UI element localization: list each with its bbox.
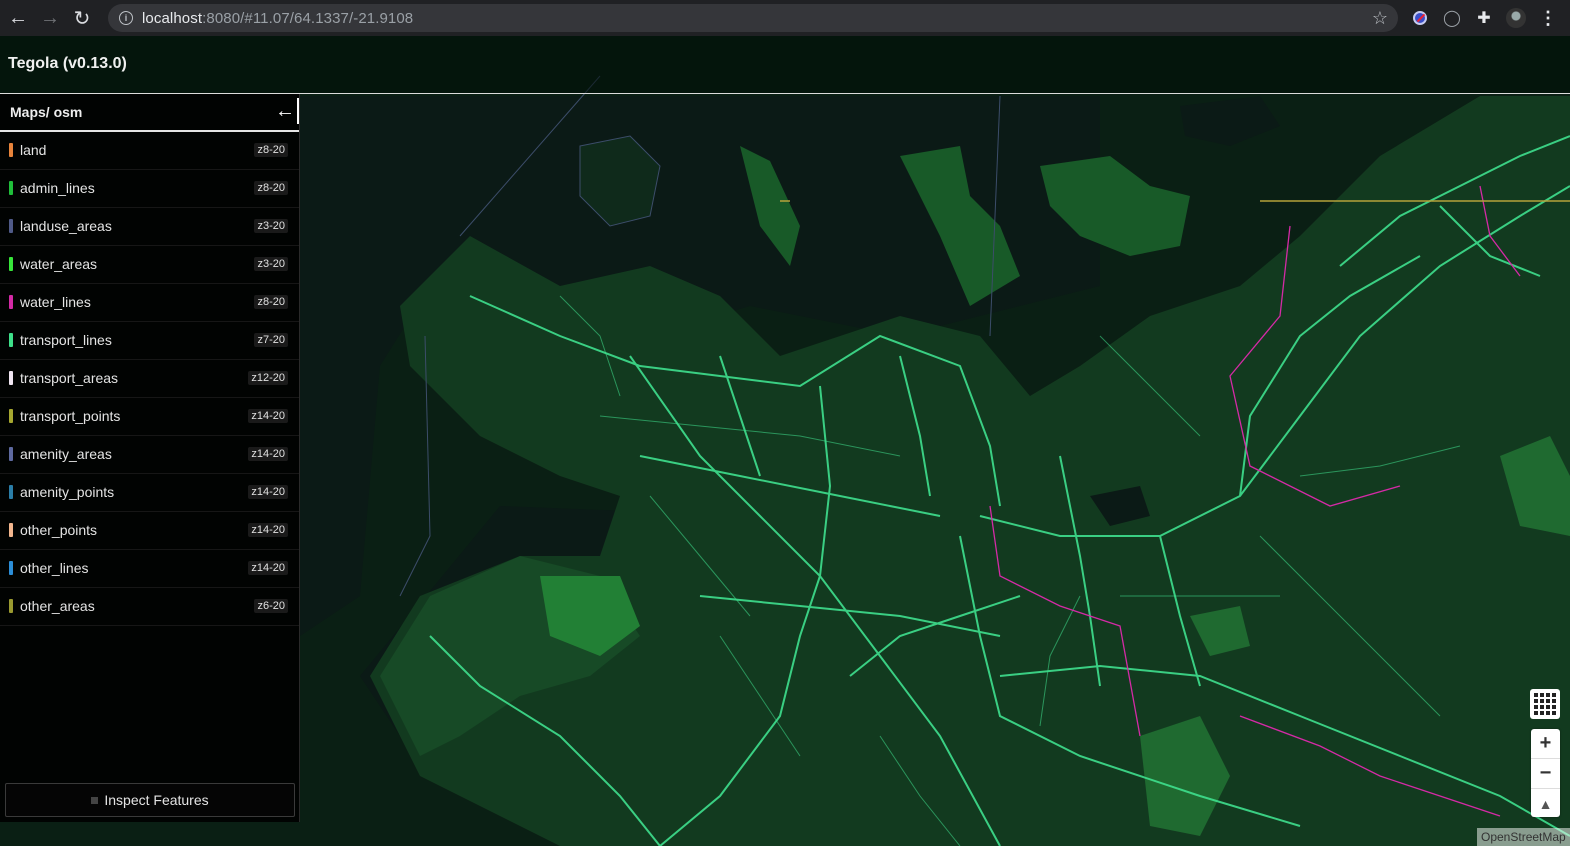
inspect-features-label: Inspect Features [104, 792, 209, 808]
layer-name: land [20, 142, 47, 158]
layer-color-swatch [9, 485, 13, 499]
layer-name: other_points [20, 522, 98, 538]
layer-zoom-range: z12-20 [248, 371, 288, 385]
extensions-puzzle-icon[interactable]: ✚ [1474, 8, 1494, 28]
layer-name: water_areas [20, 256, 98, 272]
layer-item-admin-lines[interactable]: admin_lines z8-20 [0, 170, 299, 208]
layer-name: amenity_points [20, 484, 115, 500]
layer-zoom-range: z6-20 [254, 599, 288, 613]
layer-color-swatch [9, 447, 13, 461]
layer-item-other-areas[interactable]: other_areas z6-20 [0, 588, 299, 626]
layer-name: admin_lines [20, 180, 95, 196]
layer-color-swatch [9, 409, 13, 423]
layer-name: transport_points [20, 408, 121, 424]
layer-name: landuse_areas [20, 218, 112, 234]
layer-zoom-range: z8-20 [254, 143, 288, 157]
layer-list: land z8-20 admin_lines z8-20 landuse_are… [0, 132, 299, 626]
layer-item-transport-lines[interactable]: transport_lines z7-20 [0, 322, 299, 360]
layer-zoom-range: z3-20 [254, 219, 288, 233]
inspect-features-toggle[interactable]: Inspect Features [5, 783, 295, 817]
app-header: Tegola (v0.13.0) [0, 36, 1570, 94]
layer-zoom-range: z8-20 [254, 295, 288, 309]
layer-color-swatch [9, 599, 13, 613]
layer-item-transport-areas[interactable]: transport_areas z12-20 [0, 360, 299, 398]
reload-icon[interactable]: ↻ [68, 4, 96, 32]
layer-item-water-areas[interactable]: water_areas z3-20 [0, 246, 299, 284]
layer-zoom-range: z14-20 [248, 561, 288, 575]
map-name-title: Maps/ osm [10, 104, 83, 120]
layer-item-water-lines[interactable]: water_lines z8-20 [0, 284, 299, 322]
map-attribution[interactable]: OpenStreetMap [1477, 828, 1570, 846]
layer-color-swatch [9, 257, 13, 271]
back-arrow-icon[interactable]: ← [4, 4, 32, 32]
url-text[interactable]: localhost:8080/#11.07/64.1337/-21.9108 [142, 10, 413, 27]
url-host: localhost [142, 9, 203, 27]
tegola-app: Tegola (v0.13.0) Maps/ osm ← land z8-20 … [0, 36, 1570, 846]
layer-zoom-range: z14-20 [248, 485, 288, 499]
layer-name: other_areas [20, 598, 95, 614]
layer-zoom-range: z14-20 [248, 523, 288, 537]
compass-reset-north-icon[interactable]: ▲ [1531, 789, 1560, 818]
layer-zoom-range: z3-20 [254, 257, 288, 271]
layer-item-land[interactable]: land z8-20 [0, 132, 299, 170]
site-info-icon[interactable]: i [119, 11, 133, 25]
forward-arrow-icon[interactable]: → [36, 4, 64, 32]
layer-zoom-range: z14-20 [248, 409, 288, 423]
layer-name: amenity_areas [20, 446, 112, 462]
layer-item-amenity-points[interactable]: amenity_points z14-20 [0, 474, 299, 512]
layer-name: water_lines [20, 294, 91, 310]
zoom-controls: + − ▲ [1531, 729, 1560, 817]
sidebar-header: Maps/ osm ← [0, 94, 299, 132]
layer-color-swatch [9, 561, 13, 575]
layer-color-swatch [9, 219, 13, 233]
browser-toolbar: ← → ↻ i localhost:8080/#11.07/64.1337/-2… [0, 0, 1570, 36]
layer-name: other_lines [20, 560, 89, 576]
layer-color-swatch [9, 523, 13, 537]
layer-name: transport_areas [20, 370, 119, 386]
app-title: Tegola (v0.13.0) [8, 55, 127, 72]
address-bar[interactable]: i localhost:8080/#11.07/64.1337/-21.9108… [108, 4, 1398, 32]
inspect-checkbox[interactable] [91, 796, 99, 804]
layer-item-transport-points[interactable]: transport_points z14-20 [0, 398, 299, 436]
browser-menu-icon[interactable]: ⋮ [1538, 8, 1558, 28]
layer-color-swatch [9, 295, 13, 309]
layer-zoom-range: z8-20 [254, 181, 288, 195]
zoom-out-button[interactable]: − [1531, 759, 1560, 789]
chat-extension-icon[interactable]: ◯ [1442, 8, 1462, 28]
layers-sidebar: Maps/ osm ← land z8-20 admin_lines z8-20… [0, 94, 300, 822]
layer-item-landuse-areas[interactable]: landuse_areas z3-20 [0, 208, 299, 246]
layer-item-amenity-areas[interactable]: amenity_areas z14-20 [0, 436, 299, 474]
layer-name: transport_lines [20, 332, 112, 348]
layer-item-other-lines[interactable]: other_lines z14-20 [0, 550, 299, 588]
tile-grid-toggle-icon[interactable] [1530, 689, 1560, 719]
layer-item-other-points[interactable]: other_points z14-20 [0, 512, 299, 550]
profile-avatar[interactable] [1506, 8, 1526, 28]
layer-zoom-range: z14-20 [248, 447, 288, 461]
bookmark-star-icon[interactable]: ☆ [1372, 8, 1388, 29]
layer-color-swatch [9, 143, 13, 157]
layer-color-swatch [9, 333, 13, 347]
blocker-extension-icon[interactable] [1410, 8, 1430, 28]
zoom-in-button[interactable]: + [1531, 729, 1560, 759]
layer-color-swatch [9, 181, 13, 195]
layer-color-swatch [9, 371, 13, 385]
collapse-sidebar-arrow-icon[interactable]: ← [273, 98, 299, 124]
layer-zoom-range: z7-20 [254, 333, 288, 347]
url-path: :8080/#11.07/64.1337/-21.9108 [202, 9, 414, 27]
